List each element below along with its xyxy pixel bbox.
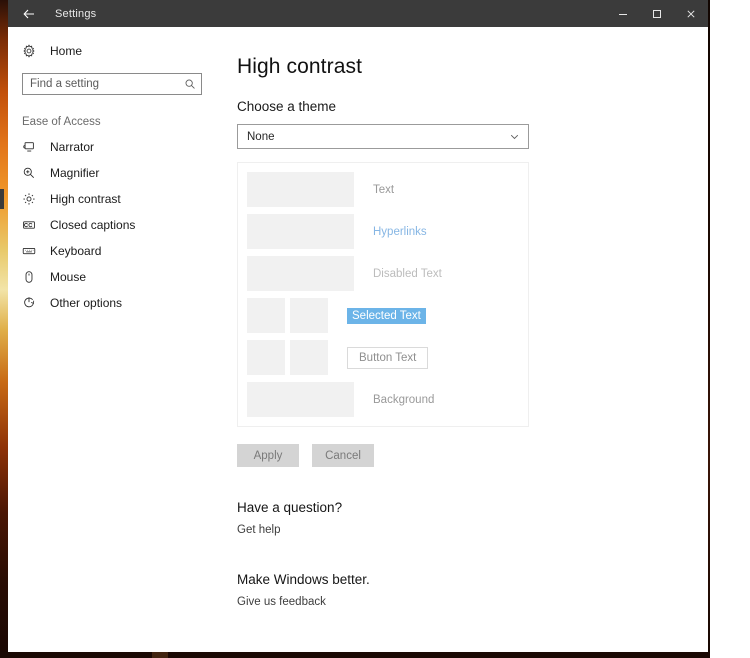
preview-swatch: [247, 382, 354, 417]
cancel-button[interactable]: Cancel: [312, 444, 374, 467]
closed-captions-icon: [22, 218, 44, 232]
preview-button: Button Text: [347, 346, 429, 369]
window-title: Settings: [55, 7, 97, 20]
preview-swatch: [247, 298, 285, 333]
sidebar-item-mouse[interactable]: Mouse: [8, 264, 223, 290]
give-feedback-link[interactable]: Give us feedback: [237, 596, 326, 608]
apply-button[interactable]: Apply: [237, 444, 299, 467]
power-refresh-icon: [22, 296, 44, 310]
preview-swatch: [290, 340, 328, 375]
back-arrow-icon[interactable]: [8, 0, 50, 27]
sidebar-item-label-home: Home: [50, 44, 83, 58]
theme-select-value: None: [247, 130, 275, 143]
sidebar-item-closed-captions[interactable]: Closed captions: [8, 212, 223, 238]
settings-window: Settings Home Find a setting Ease of Acc…: [0, 0, 708, 652]
desktop: Settings Home Find a setting Ease of Acc…: [0, 0, 750, 658]
preview-row-text: Text: [247, 172, 528, 207]
preview-row-selected-text: Selected Text: [247, 298, 528, 333]
preview-swatch: [247, 172, 354, 207]
maximize-icon[interactable]: [640, 0, 674, 27]
preview-row-disabled-text: Disabled Text: [247, 256, 528, 291]
desktop-canvas-right: [709, 0, 750, 658]
sidebar-item-narrator[interactable]: Narrator: [8, 134, 223, 160]
preview-swatch: [247, 256, 354, 291]
brightness-icon: [22, 192, 44, 206]
preview-swatch: [290, 298, 328, 333]
preview-label: Background: [373, 393, 435, 406]
preview-label: Hyperlinks: [373, 225, 427, 238]
sidebar-item-label: High contrast: [50, 192, 121, 206]
preview-label: Text: [373, 183, 395, 196]
narrator-icon: [22, 140, 44, 154]
sidebar-item-magnifier[interactable]: Magnifier: [8, 160, 223, 186]
preview-label-selected: Selected Text: [347, 307, 426, 324]
preview-row-hyperlinks: Hyperlinks: [247, 214, 528, 249]
theme-select[interactable]: None: [237, 124, 529, 149]
preview-swatch: [247, 340, 285, 375]
preview-label: Disabled Text: [373, 267, 442, 280]
keyboard-icon: [22, 244, 44, 258]
sidebar-item-label: Magnifier: [50, 166, 100, 180]
preview-row-button-text: Button Text: [247, 340, 528, 375]
sidebar-item-other-options[interactable]: Other options: [8, 290, 223, 316]
selection-indicator: [0, 189, 4, 209]
mouse-icon: [22, 270, 44, 284]
help-heading: Have a question?: [237, 500, 343, 515]
sidebar-item-label: Narrator: [50, 140, 95, 154]
desktop-frame-bottom: [0, 651, 710, 658]
settings-sidebar: Home Ease of Access: [0, 27, 223, 652]
sidebar-item-label: Closed captions: [50, 218, 136, 232]
sidebar-item-label: Other options: [50, 296, 123, 310]
chevron-down-icon: [509, 131, 520, 142]
search-icon: [184, 78, 196, 90]
sidebar-item-label: Mouse: [50, 270, 87, 284]
page-title: High contrast: [237, 55, 363, 78]
sidebar-item-home[interactable]: Home: [8, 38, 223, 64]
magnifier-icon: [22, 166, 44, 180]
sidebar-item-keyboard[interactable]: Keyboard: [8, 238, 223, 264]
theme-preview-panel: Text Hyperlinks Disabled Text Selected T…: [237, 162, 529, 427]
sidebar-item-label: Keyboard: [50, 244, 102, 258]
search-input[interactable]: [23, 74, 201, 94]
feedback-heading: Make Windows better.: [237, 572, 370, 587]
window-body: Home Ease of Access: [0, 27, 708, 652]
sidebar-item-high-contrast[interactable]: High contrast: [0, 186, 223, 212]
help-section: Have a question? Get help: [237, 500, 708, 538]
theme-section-label: Choose a theme: [237, 99, 337, 114]
search-box[interactable]: [22, 73, 202, 95]
action-buttons: Apply Cancel: [237, 444, 708, 467]
preview-row-background: Background: [247, 382, 528, 417]
minimize-icon[interactable]: [606, 0, 640, 27]
close-icon[interactable]: [674, 0, 708, 27]
window-titlebar[interactable]: Settings: [8, 0, 708, 27]
settings-main-pane: High contrast Choose a theme None Text H…: [223, 27, 708, 652]
taskbar-artifact: [152, 652, 168, 658]
sidebar-group-title: Ease of Access: [22, 116, 101, 128]
preview-swatch: [247, 214, 354, 249]
get-help-link[interactable]: Get help: [237, 524, 280, 536]
gear-icon: [22, 44, 44, 58]
feedback-section: Make Windows better. Give us feedback: [237, 572, 708, 610]
